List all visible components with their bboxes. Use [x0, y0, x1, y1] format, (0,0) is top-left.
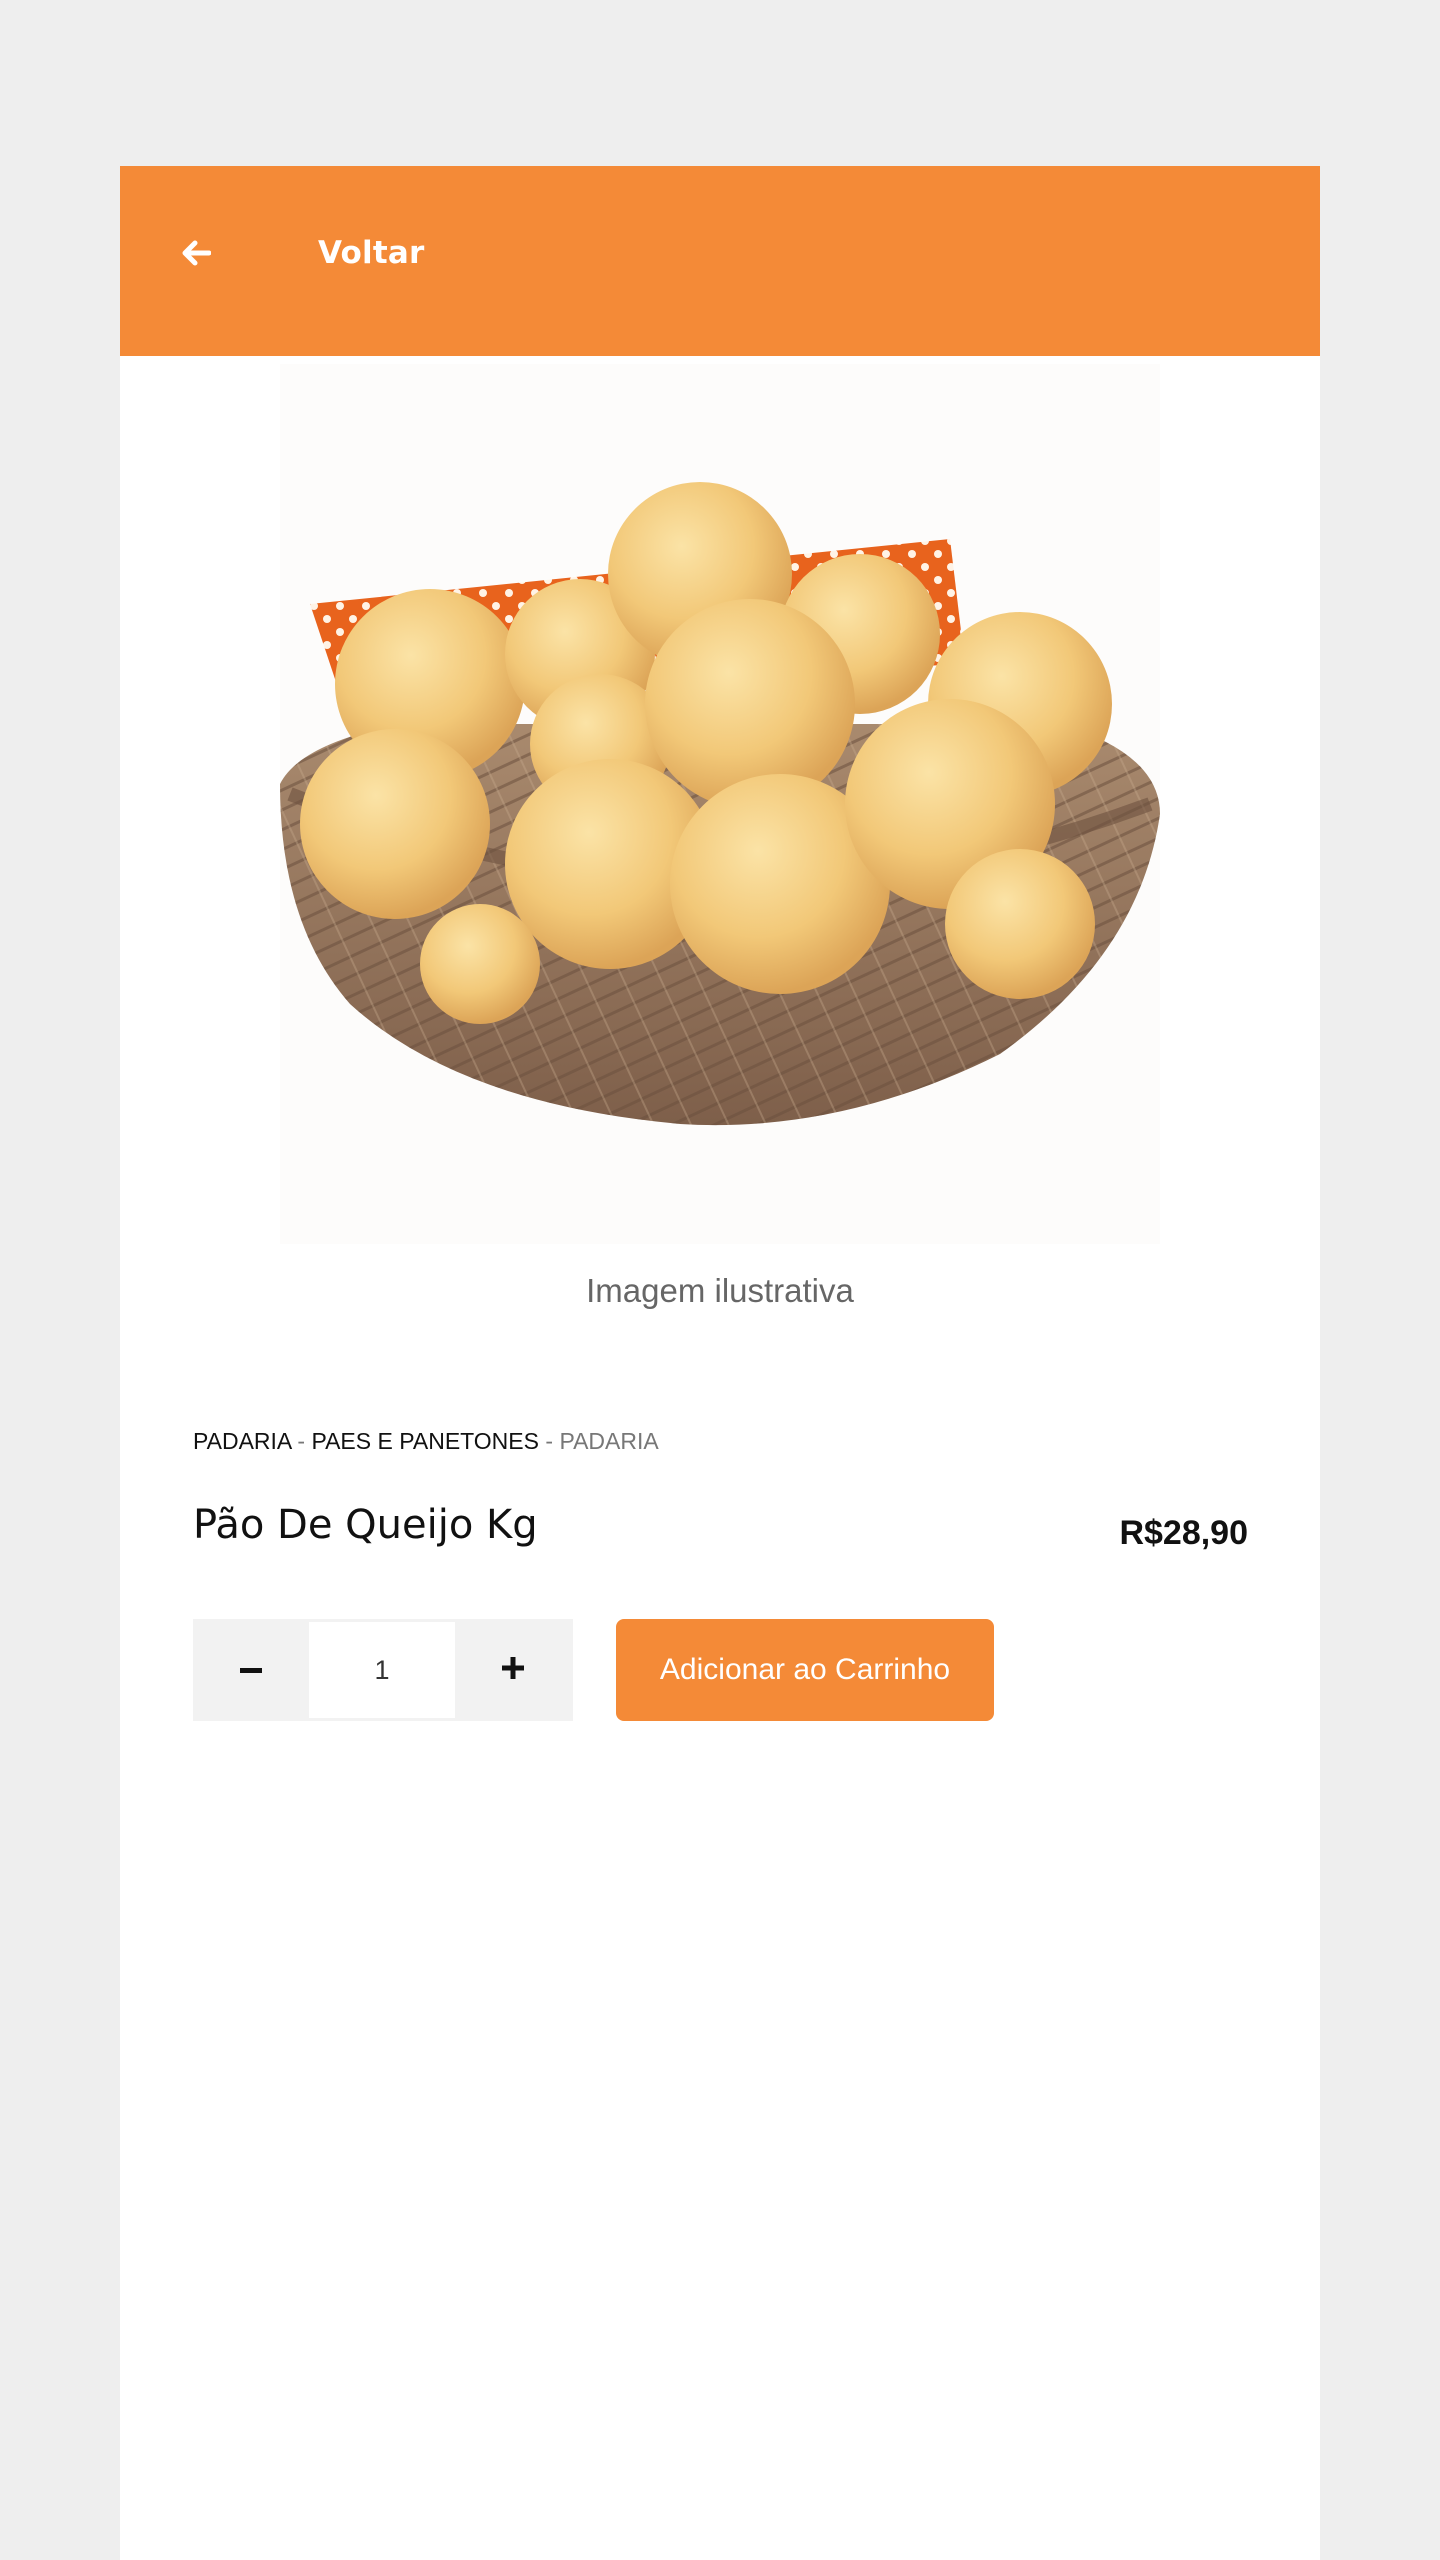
back-label[interactable]: Voltar	[318, 235, 424, 271]
add-to-cart-button[interactable]: Adicionar ao Carrinho	[616, 1619, 994, 1721]
plus-icon[interactable]	[502, 1656, 524, 1684]
minus-icon[interactable]	[240, 1661, 262, 1679]
back-button[interactable]: Voltar	[160, 208, 424, 298]
product-title: Pão De Queijo Kg	[193, 1502, 538, 1548]
breadcrumb-separator: -	[538, 1428, 560, 1454]
product-page-card: Voltar Imagem ilustrativa PADARIA - PAES…	[120, 166, 1320, 2560]
quantity-input[interactable]	[309, 1622, 455, 1718]
breadcrumb-subcategory: PADARIA	[559, 1428, 659, 1454]
breadcrumb: PADARIA - PAES E PANETONES - PADARIA	[193, 1428, 659, 1455]
product-image	[280, 364, 1160, 1244]
decrement-button[interactable]	[193, 1619, 309, 1721]
top-app-bar: Voltar	[120, 166, 1320, 356]
product-price: R$28,90	[1119, 1514, 1248, 1552]
breadcrumb-separator: -	[291, 1428, 312, 1454]
breadcrumb-department[interactable]: PADARIA	[193, 1428, 291, 1454]
breadcrumb-category[interactable]: PAES E PANETONES	[311, 1428, 539, 1454]
arrow-left-icon[interactable]	[160, 208, 232, 298]
increment-button[interactable]	[455, 1619, 571, 1721]
image-caption: Imagem ilustrativa	[586, 1272, 854, 1309]
quantity-stepper	[193, 1619, 573, 1721]
